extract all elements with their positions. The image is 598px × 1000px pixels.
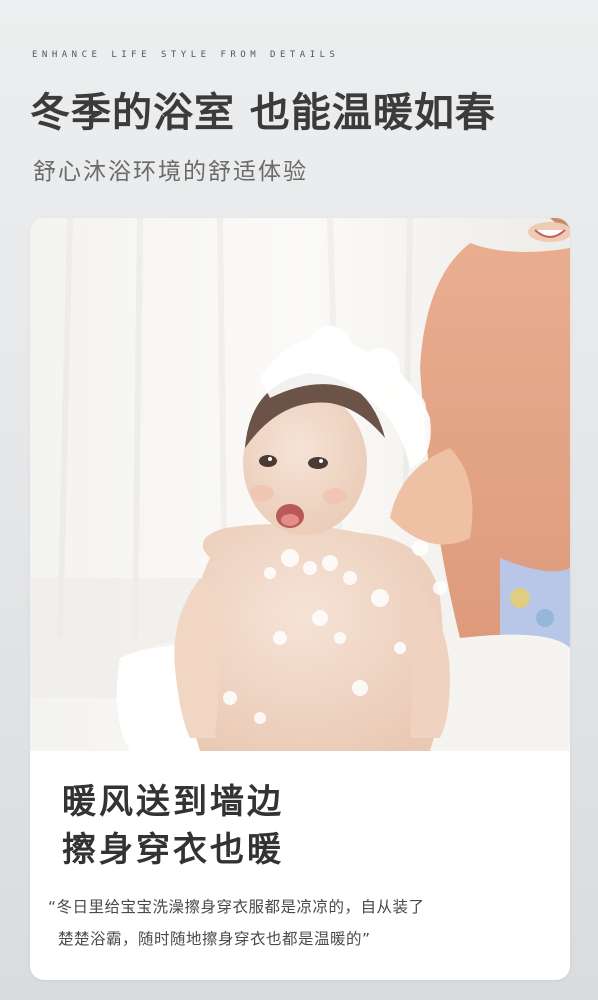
tagline: ENHANCE LIFE STYLE FROM DETAILS xyxy=(32,50,340,60)
page-title: 冬季的浴室 也能温暖如春 xyxy=(30,90,496,136)
card-title: 暖风送到墙边 擦身穿衣也暖 xyxy=(62,778,284,874)
quote-line-2: 楚楚浴霸，随时随地擦身穿衣也都是温暖的” xyxy=(58,930,371,948)
quote-line-1: “冬日里给宝宝洗澡擦身穿衣服都是凉凉的，自从装了 xyxy=(48,898,425,916)
feature-card: 暖风送到墙边 擦身穿衣也暖 “冬日里给宝宝洗澡擦身穿衣服都是凉凉的，自从装了 楚… xyxy=(30,218,570,980)
baby-bath-photo xyxy=(30,218,570,751)
testimonial-quote: “冬日里给宝宝洗澡擦身穿衣服都是凉凉的，自从装了 楚楚浴霸，随时随地擦身穿衣也都… xyxy=(48,891,425,955)
page-subtitle: 舒心沐浴环境的舒适体验 xyxy=(33,159,308,185)
card-title-line-2: 擦身穿衣也暖 xyxy=(62,830,284,870)
card-title-line-1: 暖风送到墙边 xyxy=(62,782,284,822)
